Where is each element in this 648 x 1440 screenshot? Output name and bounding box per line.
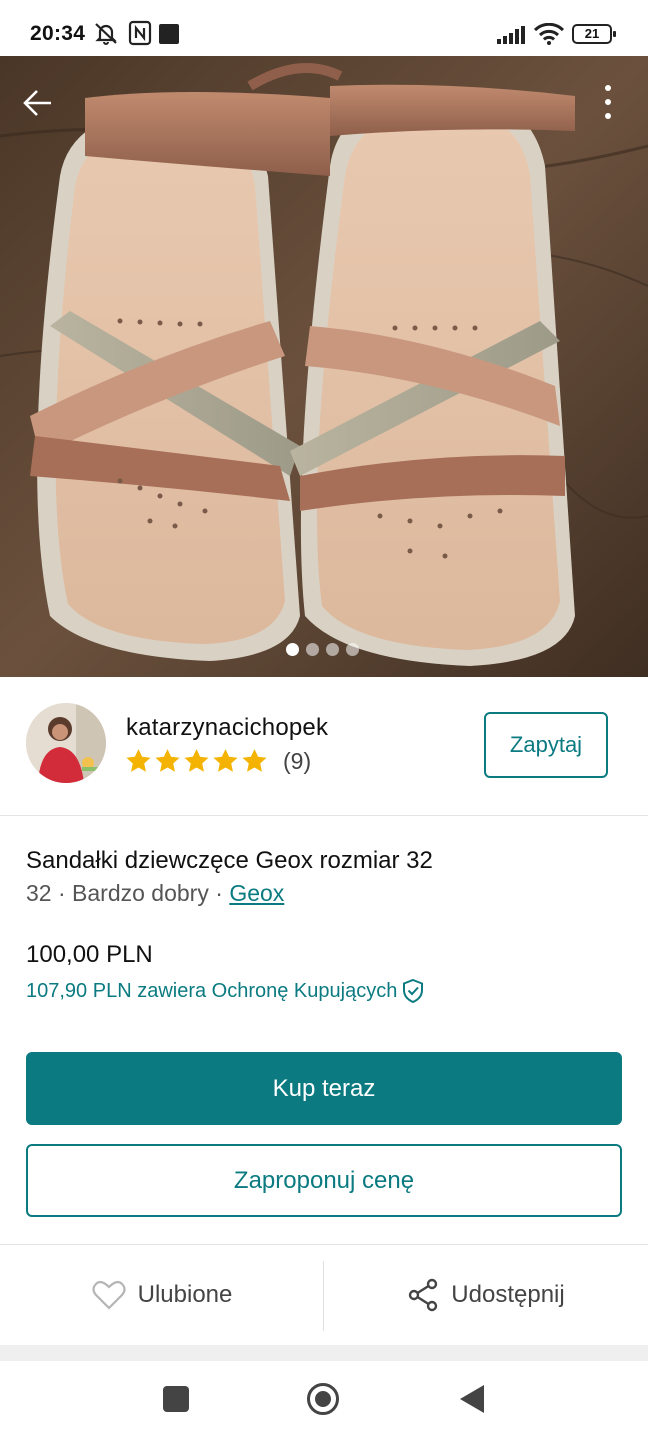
item-actions-bar: Ulubione Udostępnij <box>0 1244 648 1345</box>
nfc-icon <box>128 20 152 46</box>
share-label: Udostępnij <box>451 1281 565 1308</box>
meta-separator: · <box>208 880 230 906</box>
seller-username[interactable]: katarzynacichopek <box>126 714 328 742</box>
meta-separator: · <box>51 880 73 906</box>
back-triangle-icon[interactable] <box>458 1383 486 1415</box>
item-meta: 32 · Bardzo dobry · Geox <box>26 880 284 907</box>
system-nav-bar <box>0 1361 648 1440</box>
page-dot[interactable] <box>326 643 339 656</box>
item-size: 32 <box>26 880 52 906</box>
recent-apps-icon[interactable] <box>163 1386 189 1412</box>
more-vertical-icon[interactable] <box>596 82 620 122</box>
photo-page-indicator <box>286 643 359 656</box>
star-icon <box>155 749 180 772</box>
item-title: Sandałki dziewczęce Geox rozmiar 32 <box>26 847 433 874</box>
heart-icon <box>92 1280 126 1310</box>
buy-now-button[interactable]: Kup teraz <box>26 1052 622 1125</box>
home-icon[interactable] <box>306 1382 340 1416</box>
protection-text: 107,90 PLN zawiera Ochronę Kupujących <box>26 979 398 1002</box>
shield-check-icon <box>403 978 424 1004</box>
battery-icon: 21 <box>572 24 616 44</box>
review-count: (9) <box>283 747 312 774</box>
ask-seller-button[interactable]: Zapytaj <box>484 712 608 778</box>
app-square-icon <box>159 24 179 44</box>
seller-avatar[interactable] <box>26 703 106 783</box>
make-offer-button[interactable]: Zaproponuj cenę <box>26 1144 622 1217</box>
favourite-label: Ulubione <box>137 1281 233 1308</box>
item-price: 100,00 PLN <box>26 941 153 968</box>
item-condition: Bardzo dobry <box>72 880 209 906</box>
status-time: 20:34 <box>30 22 86 45</box>
star-icon <box>213 749 238 772</box>
favourite-button[interactable]: Ulubione <box>0 1245 324 1345</box>
wifi-icon <box>534 23 564 45</box>
section-separator <box>0 1345 648 1361</box>
product-photo[interactable] <box>0 56 648 677</box>
star-icon <box>242 749 267 772</box>
avatar-image <box>26 703 106 783</box>
share-icon <box>409 1278 438 1312</box>
seller-section: katarzynacichopek (9) Zapytaj <box>0 677 648 816</box>
share-button[interactable]: Udostępnij <box>324 1245 648 1345</box>
buyer-protection-info[interactable]: 107,90 PLN zawiera Ochronę Kupujących <box>26 978 425 1004</box>
star-icon <box>126 749 151 772</box>
seller-rating[interactable]: (9) <box>124 747 311 775</box>
sandals-image <box>0 56 648 677</box>
star-icon <box>184 749 209 772</box>
signal-icon <box>497 26 525 44</box>
page-dot[interactable] <box>306 643 319 656</box>
page-dot[interactable] <box>346 643 359 656</box>
mute-notifications-icon <box>95 23 117 45</box>
item-brand-link[interactable]: Geox <box>229 880 284 906</box>
back-arrow-icon[interactable] <box>20 85 56 121</box>
status-bar: 20:34 21 <box>0 0 648 56</box>
page-dot[interactable] <box>286 643 299 656</box>
